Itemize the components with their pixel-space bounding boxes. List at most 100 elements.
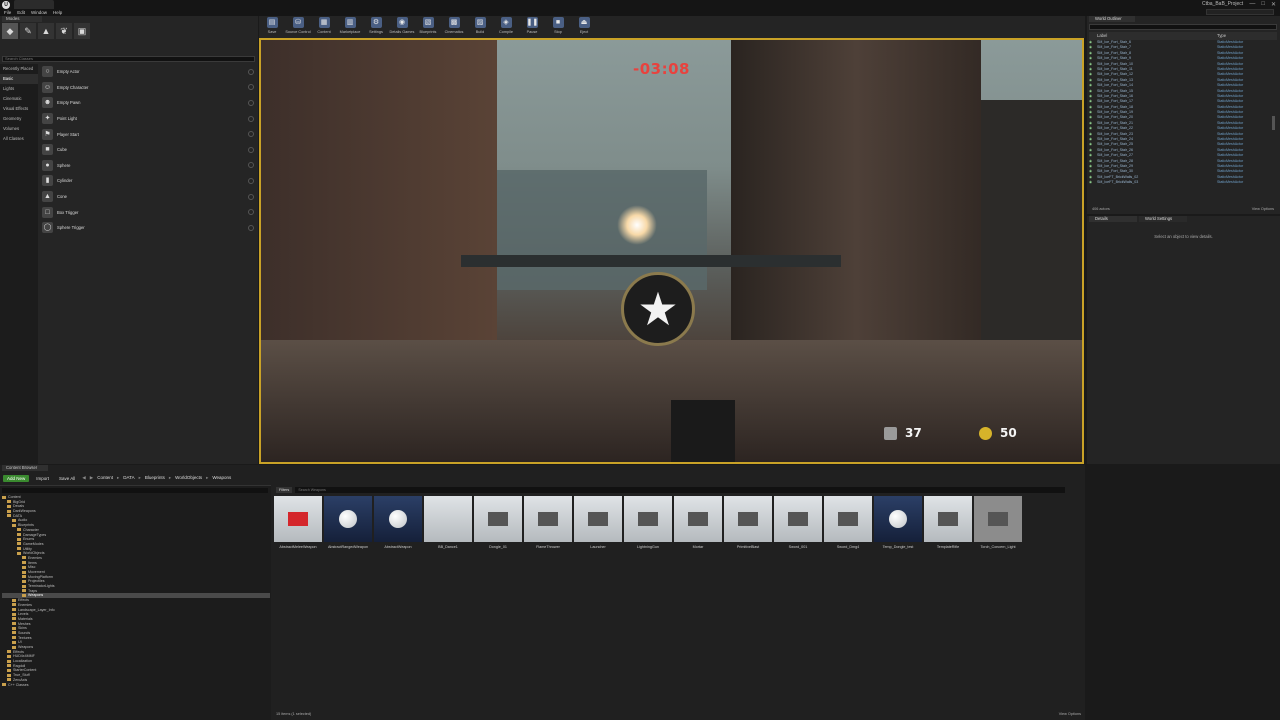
breadcrumb-item[interactable]: DATA: [123, 475, 134, 481]
category-item[interactable]: Lights: [0, 84, 38, 94]
import-button[interactable]: Import: [33, 475, 52, 482]
menu-help[interactable]: Help: [53, 9, 62, 16]
content-button[interactable]: ▦ Content: [311, 16, 337, 38]
level-viewport[interactable]: -03:08 ★ 37 50: [259, 38, 1084, 464]
category-item[interactable]: Basic: [0, 74, 38, 84]
category-item[interactable]: All Classes: [0, 134, 38, 144]
back-arrow-icon[interactable]: ◀: [82, 475, 85, 481]
info-icon[interactable]: [248, 162, 254, 169]
source-control-button[interactable]: ⛁ Source Control: [285, 16, 311, 38]
asset-tile[interactable]: AbstractMeleeWeapon: [274, 496, 322, 554]
category-item[interactable]: Visual Effects: [0, 104, 38, 114]
info-icon[interactable]: [248, 68, 254, 75]
category-item[interactable]: Volumes: [0, 124, 38, 134]
placeable-item[interactable]: ☻ Empty Pawn: [40, 95, 256, 111]
menu-file[interactable]: File: [4, 9, 11, 16]
outliner-scrollbar[interactable]: [1272, 116, 1275, 130]
breadcrumb-item[interactable]: Blueprints: [145, 475, 165, 481]
filters-button[interactable]: Filters: [276, 487, 293, 493]
asset-tile[interactable]: Temp_Dongle_test: [874, 496, 922, 554]
info-icon[interactable]: [248, 146, 254, 153]
placeable-item[interactable]: ☺ Empty Character: [40, 80, 256, 96]
asset-tile[interactable]: Launcher: [574, 496, 622, 554]
save-button[interactable]: ▤ Save: [259, 16, 285, 38]
category-item[interactable]: Cinematic: [0, 94, 38, 104]
tab-world-settings[interactable]: World Settings: [1139, 216, 1187, 222]
info-icon[interactable]: [248, 209, 254, 216]
foliage-mode-icon[interactable]: ❦: [56, 23, 72, 39]
info-icon[interactable]: [248, 99, 254, 106]
outliner-view-options[interactable]: View Options: [1252, 206, 1274, 213]
asset-tile[interactable]: Dongle_01: [474, 496, 522, 554]
info-icon[interactable]: [248, 224, 254, 231]
visibility-eye-icon[interactable]: ◉: [1089, 180, 1097, 185]
info-icon[interactable]: [248, 177, 254, 184]
asset-tile[interactable]: TemplateRifle: [924, 496, 972, 554]
placeable-item[interactable]: ○ Empty Actor: [40, 64, 256, 80]
outliner-row[interactable]: ◉ SM_IceFT_BrickWalls_03 StaticMeshActor: [1089, 180, 1271, 185]
build-button[interactable]: ▨ Build: [467, 16, 493, 38]
place-mode-icon[interactable]: ◆: [2, 23, 18, 39]
search-help-input[interactable]: [1206, 9, 1274, 15]
asset-tile[interactable]: AbstractRangedWeapon: [324, 496, 372, 554]
category-item[interactable]: Recently Placed: [0, 64, 38, 74]
tab-modes[interactable]: Modes: [2, 16, 42, 22]
column-type[interactable]: Type: [1217, 32, 1226, 40]
asset-tile[interactable]: Sword_Dmg4: [824, 496, 872, 554]
level-tab[interactable]: [14, 0, 54, 9]
column-label[interactable]: Label: [1097, 32, 1217, 40]
marketplace-button[interactable]: ▥ Marketplace: [337, 16, 363, 38]
maximize-icon[interactable]: □: [1261, 1, 1265, 8]
info-icon[interactable]: [248, 131, 254, 138]
placeable-item[interactable]: ■ Cube: [40, 142, 256, 158]
asset-tile[interactable]: BB_Dance1: [424, 496, 472, 554]
breadcrumb-item[interactable]: Weapons: [212, 475, 231, 481]
tab-content-browser[interactable]: Content Browser: [2, 465, 48, 471]
geometry-mode-icon[interactable]: ▣: [74, 23, 90, 39]
placeable-item[interactable]: ⚑ Player Start: [40, 126, 256, 142]
class-search-input[interactable]: Search Classes: [2, 56, 255, 62]
tab-details[interactable]: Details: [1089, 216, 1137, 222]
pause-button[interactable]: ❚❚ Pause: [519, 16, 545, 38]
minimize-icon[interactable]: —: [1249, 1, 1255, 8]
breadcrumb-item[interactable]: Content: [97, 475, 113, 481]
placeable-item[interactable]: ◯ Sphere Trigger: [40, 220, 256, 236]
details-games-button[interactable]: ◉ Details Games: [389, 16, 415, 38]
asset-tile[interactable]: Torch_Concern_Light: [974, 496, 1022, 554]
category-item[interactable]: Geometry: [0, 114, 38, 124]
asset-tile[interactable]: Sword_001: [774, 496, 822, 554]
forward-arrow-icon[interactable]: ▶: [90, 475, 93, 481]
eject-button[interactable]: ⏏ Eject: [571, 16, 597, 38]
asset-search-input[interactable]: Search Weapons: [295, 487, 1066, 493]
asset-tile[interactable]: AbstractWeapon: [374, 496, 422, 554]
landscape-mode-icon[interactable]: ▲: [38, 23, 54, 39]
placeable-item[interactable]: ✦ Point Light: [40, 111, 256, 127]
placeable-item[interactable]: ▲ Cone: [40, 189, 256, 205]
cb-view-options[interactable]: View Options: [1059, 712, 1081, 716]
stop-button[interactable]: ■ Stop: [545, 16, 571, 38]
info-icon[interactable]: [248, 84, 254, 91]
menu-window[interactable]: Window: [31, 9, 47, 16]
cinematics-button[interactable]: ▩ Cinematics: [441, 16, 467, 38]
placeable-item[interactable]: □ Box Trigger: [40, 204, 256, 220]
asset-tile[interactable]: Mortar: [674, 496, 722, 554]
compile-button[interactable]: ◈ Compile: [493, 16, 519, 38]
placeable-item[interactable]: ▮ Cylinder: [40, 173, 256, 189]
info-icon[interactable]: [248, 193, 254, 200]
placeable-item[interactable]: ● Sphere: [40, 158, 256, 174]
tab-world-outliner[interactable]: World Outliner: [1089, 16, 1135, 22]
info-icon[interactable]: [248, 115, 254, 122]
menu-edit[interactable]: Edit: [17, 9, 25, 16]
settings-button[interactable]: ⚙ Settings: [363, 16, 389, 38]
folder-item[interactable]: C++ Classes: [2, 683, 270, 688]
add-new-button[interactable]: Add New: [3, 474, 30, 482]
save-all-button[interactable]: Save All: [56, 475, 78, 482]
asset-tile[interactable]: LightningGun: [624, 496, 672, 554]
asset-tile[interactable]: PrimitiveBlast: [724, 496, 772, 554]
breadcrumb-item[interactable]: WorldObjects: [175, 475, 202, 481]
asset-tile[interactable]: FlameThrower: [524, 496, 572, 554]
blueprints-button[interactable]: ▧ Blueprints: [415, 16, 441, 38]
paint-mode-icon[interactable]: ✎: [20, 23, 36, 39]
close-icon[interactable]: ✕: [1271, 1, 1276, 8]
folder-search-input[interactable]: [2, 488, 268, 493]
